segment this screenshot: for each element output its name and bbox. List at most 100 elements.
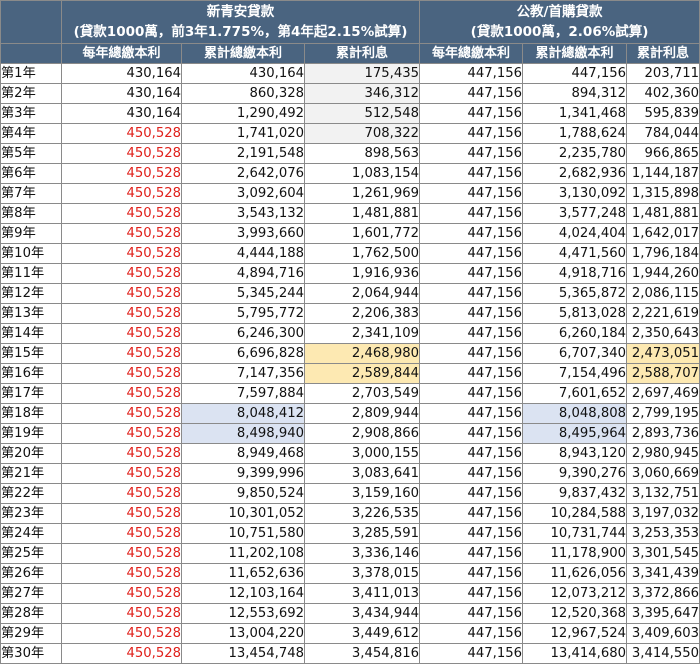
cell-a-interest: 3,454,816 bbox=[303, 643, 421, 664]
cell-b-cumulative: 6,260,184 bbox=[522, 323, 628, 344]
cell-a-annual: 450,528 bbox=[61, 583, 182, 604]
cell-a-cumulative: 11,202,108 bbox=[181, 543, 305, 564]
cell-a-cumulative: 430,164 bbox=[181, 63, 305, 84]
cell-a-interest: 3,285,591 bbox=[303, 523, 421, 544]
column-header-b-annual: 每年總繳本利 bbox=[419, 43, 524, 64]
table-row: 第26年 450,528 11,652,636 3,378,015 447,156 11,… bbox=[0, 563, 700, 584]
cell-b-annual: 447,156 bbox=[419, 323, 524, 344]
table-row: 第27年 450,528 12,103,164 3,411,013 447,156 12,… bbox=[0, 583, 700, 604]
header-corner bbox=[0, 0, 62, 44]
cell-year: 第17年 bbox=[0, 383, 62, 404]
cell-b-annual: 447,156 bbox=[419, 543, 524, 564]
group-left-title: 新青安貸款 bbox=[206, 4, 275, 20]
cell-b-cumulative: 8,495,964 bbox=[522, 423, 628, 444]
table-row: 第29年 450,528 13,004,220 3,449,612 447,156 12,… bbox=[0, 623, 700, 644]
cell-b-interest: 595,839 bbox=[626, 103, 700, 124]
cell-b-cumulative: 10,731,744 bbox=[522, 523, 628, 544]
cell-a-interest: 2,589,844 bbox=[303, 363, 421, 384]
cell-a-annual: 450,528 bbox=[61, 523, 182, 544]
cell-a-interest: 2,064,944 bbox=[303, 283, 421, 304]
cell-year: 第22年 bbox=[0, 483, 62, 504]
cell-b-interest: 3,301,545 bbox=[626, 543, 700, 564]
cell-b-annual: 447,156 bbox=[419, 263, 524, 284]
table-row: 第30年 450,528 13,454,748 3,454,816 447,156 13,… bbox=[0, 643, 700, 664]
cell-year: 第19年 bbox=[0, 423, 62, 444]
table-row: 第12年 450,528 5,345,244 2,064,944 447,156 5,36… bbox=[0, 283, 700, 304]
table-row: 第17年 450,528 7,597,884 2,703,549 447,156 7,60… bbox=[0, 383, 700, 404]
cell-b-interest: 3,409,603 bbox=[626, 623, 700, 644]
cell-a-interest: 3,159,160 bbox=[303, 483, 421, 504]
cell-a-cumulative: 5,795,772 bbox=[181, 303, 305, 324]
table-row: 第20年 450,528 8,949,468 3,000,155 447,156 8,94… bbox=[0, 443, 700, 464]
table-row: 第16年 450,528 7,147,356 2,589,844 447,156 7,15… bbox=[0, 363, 700, 384]
cell-b-interest: 3,372,866 bbox=[626, 583, 700, 604]
cell-b-cumulative: 8,943,120 bbox=[522, 443, 628, 464]
cell-a-annual: 450,528 bbox=[61, 463, 182, 484]
column-header-a-annual: 每年總繳本利 bbox=[61, 43, 182, 64]
cell-b-annual: 447,156 bbox=[419, 83, 524, 104]
cell-a-interest: 2,809,944 bbox=[303, 403, 421, 424]
group-left-subtitle: (貸款1000萬，前3年1.775%，第4年起2.15%試算) bbox=[73, 24, 408, 40]
cell-a-interest: 1,481,881 bbox=[303, 203, 421, 224]
cell-year: 第16年 bbox=[0, 363, 62, 384]
cell-a-annual: 450,528 bbox=[61, 263, 182, 284]
column-header-b-cumulative: 累計總繳本利 bbox=[522, 43, 628, 64]
cell-a-cumulative: 3,993,660 bbox=[181, 223, 305, 244]
cell-a-cumulative: 8,949,468 bbox=[181, 443, 305, 464]
cell-b-interest: 966,865 bbox=[626, 143, 700, 164]
cell-b-interest: 3,341,439 bbox=[626, 563, 700, 584]
cell-b-annual: 447,156 bbox=[419, 563, 524, 584]
cell-b-cumulative: 12,073,212 bbox=[522, 583, 628, 604]
cell-a-annual: 450,528 bbox=[61, 363, 182, 384]
cell-a-cumulative: 10,751,580 bbox=[181, 523, 305, 544]
cell-b-annual: 447,156 bbox=[419, 223, 524, 244]
cell-year: 第2年 bbox=[0, 83, 62, 104]
header-group-row: 新青安貸款 (貸款1000萬，前3年1.775%，第4年起2.15%試算) 公教… bbox=[0, 0, 700, 44]
cell-a-cumulative: 1,741,020 bbox=[181, 123, 305, 144]
cell-a-interest: 3,378,015 bbox=[303, 563, 421, 584]
cell-a-cumulative: 6,696,828 bbox=[181, 343, 305, 364]
cell-b-annual: 447,156 bbox=[419, 123, 524, 144]
cell-a-interest: 3,411,013 bbox=[303, 583, 421, 604]
cell-year: 第18年 bbox=[0, 403, 62, 424]
cell-b-annual: 447,156 bbox=[419, 443, 524, 464]
cell-year: 第4年 bbox=[0, 123, 62, 144]
table-row: 第14年 450,528 6,246,300 2,341,109 447,156 6,26… bbox=[0, 323, 700, 344]
cell-a-annual: 430,164 bbox=[61, 83, 182, 104]
cell-year: 第15年 bbox=[0, 343, 62, 364]
cell-a-annual: 450,528 bbox=[61, 243, 182, 264]
cell-year: 第8年 bbox=[0, 203, 62, 224]
table-row: 第13年 450,528 5,795,772 2,206,383 447,156 5,81… bbox=[0, 303, 700, 324]
cell-a-interest: 3,449,612 bbox=[303, 623, 421, 644]
cell-b-annual: 447,156 bbox=[419, 163, 524, 184]
cell-b-interest: 2,588,707 bbox=[626, 363, 700, 384]
cell-b-cumulative: 11,178,900 bbox=[522, 543, 628, 564]
cell-b-cumulative: 12,967,524 bbox=[522, 623, 628, 644]
table-row: 第19年 450,528 8,498,940 2,908,866 447,156 8,49… bbox=[0, 423, 700, 444]
cell-a-interest: 3,434,944 bbox=[303, 603, 421, 624]
group-right-title: 公教/首購貸款 bbox=[516, 4, 603, 20]
cell-year: 第30年 bbox=[0, 643, 62, 664]
cell-a-cumulative: 3,543,132 bbox=[181, 203, 305, 224]
cell-a-cumulative: 9,399,996 bbox=[181, 463, 305, 484]
cell-year: 第11年 bbox=[0, 263, 62, 284]
cell-b-annual: 447,156 bbox=[419, 483, 524, 504]
cell-a-cumulative: 13,454,748 bbox=[181, 643, 305, 664]
cell-b-interest: 203,711 bbox=[626, 63, 700, 84]
cell-a-annual: 450,528 bbox=[61, 223, 182, 244]
cell-a-annual: 430,164 bbox=[61, 63, 182, 84]
cell-b-cumulative: 4,471,560 bbox=[522, 243, 628, 264]
cell-a-cumulative: 7,597,884 bbox=[181, 383, 305, 404]
cell-b-interest: 3,197,032 bbox=[626, 503, 700, 524]
cell-b-annual: 447,156 bbox=[419, 383, 524, 404]
cell-b-interest: 2,350,643 bbox=[626, 323, 700, 344]
table-row: 第25年 450,528 11,202,108 3,336,146 447,156 11,… bbox=[0, 543, 700, 564]
cell-year: 第7年 bbox=[0, 183, 62, 204]
cell-a-cumulative: 1,290,492 bbox=[181, 103, 305, 124]
cell-a-annual: 450,528 bbox=[61, 443, 182, 464]
cell-year: 第29年 bbox=[0, 623, 62, 644]
cell-b-cumulative: 9,837,432 bbox=[522, 483, 628, 504]
cell-year: 第5年 bbox=[0, 143, 62, 164]
cell-b-interest: 1,944,260 bbox=[626, 263, 700, 284]
cell-year: 第14年 bbox=[0, 323, 62, 344]
